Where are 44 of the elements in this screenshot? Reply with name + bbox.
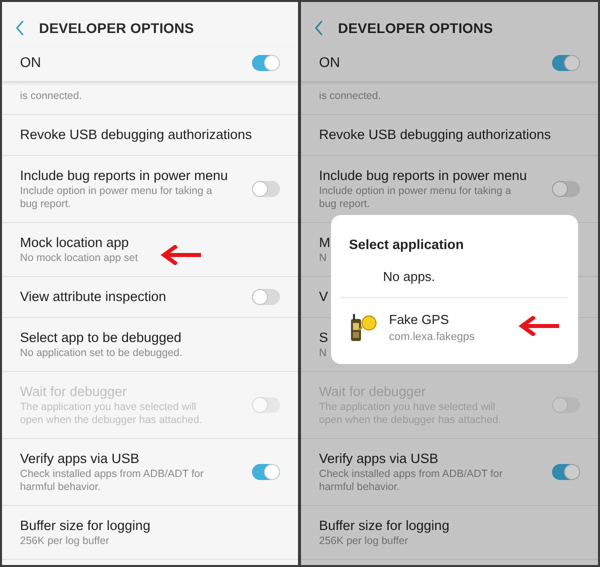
screen-title: DEVELOPER OPTIONS bbox=[338, 18, 493, 38]
setting-title[interactable]: M bbox=[319, 234, 330, 252]
setting-summary: Include option in power menu for taking a bug report. bbox=[319, 185, 512, 211]
setting-summary: No application set to be debugged. bbox=[20, 347, 182, 360]
app-package: com.lexa.fakegps bbox=[389, 330, 475, 345]
back-icon[interactable] bbox=[315, 20, 324, 36]
setting-title[interactable]: Buffer size for logging bbox=[319, 517, 450, 535]
setting-title[interactable]: Verify apps via USB bbox=[319, 450, 438, 468]
setting-summary: is connected. bbox=[319, 90, 381, 102]
toggle-switch[interactable] bbox=[252, 464, 280, 480]
setting-title[interactable]: V bbox=[319, 288, 328, 306]
dialog-title: Select application bbox=[348, 236, 465, 254]
setting-summary: 256K per log buffer bbox=[319, 535, 408, 548]
setting-title[interactable]: View attribute inspection bbox=[20, 288, 166, 306]
master-switch-label: ON bbox=[20, 53, 41, 72]
setting-summary: No mock location app set bbox=[20, 252, 138, 265]
toggle-switch[interactable] bbox=[252, 289, 280, 305]
setting-title[interactable]: Mock location app bbox=[20, 234, 129, 252]
setting-title[interactable]: S bbox=[319, 329, 328, 347]
master-switch-label: ON bbox=[319, 53, 340, 72]
toggle-switch[interactable] bbox=[252, 54, 280, 70]
setting-summary: Check installed apps from ADB/ADT for harmful behavior. bbox=[319, 468, 504, 494]
toggle-switch[interactable] bbox=[552, 181, 580, 197]
toggle-switch[interactable] bbox=[252, 181, 280, 197]
setting-summary: N bbox=[319, 347, 327, 360]
setting-summary: 256K per log buffer bbox=[20, 535, 110, 548]
setting-title[interactable]: Include bug reports in power menu bbox=[20, 167, 228, 185]
setting-title[interactable]: Revoke USB debugging authorizations bbox=[319, 126, 551, 144]
setting-summary: Check installed apps from ADB/ADT for harmful behavior. bbox=[20, 468, 205, 494]
setting-summary: N bbox=[319, 252, 327, 265]
setting-title[interactable]: Verify apps via USB bbox=[20, 450, 140, 468]
setting-title[interactable]: Include bug reports in power menu bbox=[319, 167, 527, 185]
app-name[interactable]: Fake GPS bbox=[389, 310, 475, 329]
screen-title: DEVELOPER OPTIONS bbox=[39, 18, 194, 38]
setting-title[interactable]: Revoke USB debugging authorizations bbox=[20, 126, 252, 144]
toggle-switch[interactable] bbox=[552, 54, 580, 70]
empty-message: No apps. bbox=[383, 268, 436, 286]
toggle-switch[interactable] bbox=[552, 464, 580, 480]
setting-summary: is connected. bbox=[20, 90, 82, 102]
back-icon[interactable] bbox=[16, 20, 25, 36]
setting-summary: Include option in power menu for taking a bug report. bbox=[20, 185, 214, 211]
setting-title[interactable]: Select app to be debugged bbox=[20, 329, 182, 347]
setting-title[interactable]: Buffer size for logging bbox=[20, 517, 150, 535]
gps-device-icon bbox=[349, 312, 379, 342]
